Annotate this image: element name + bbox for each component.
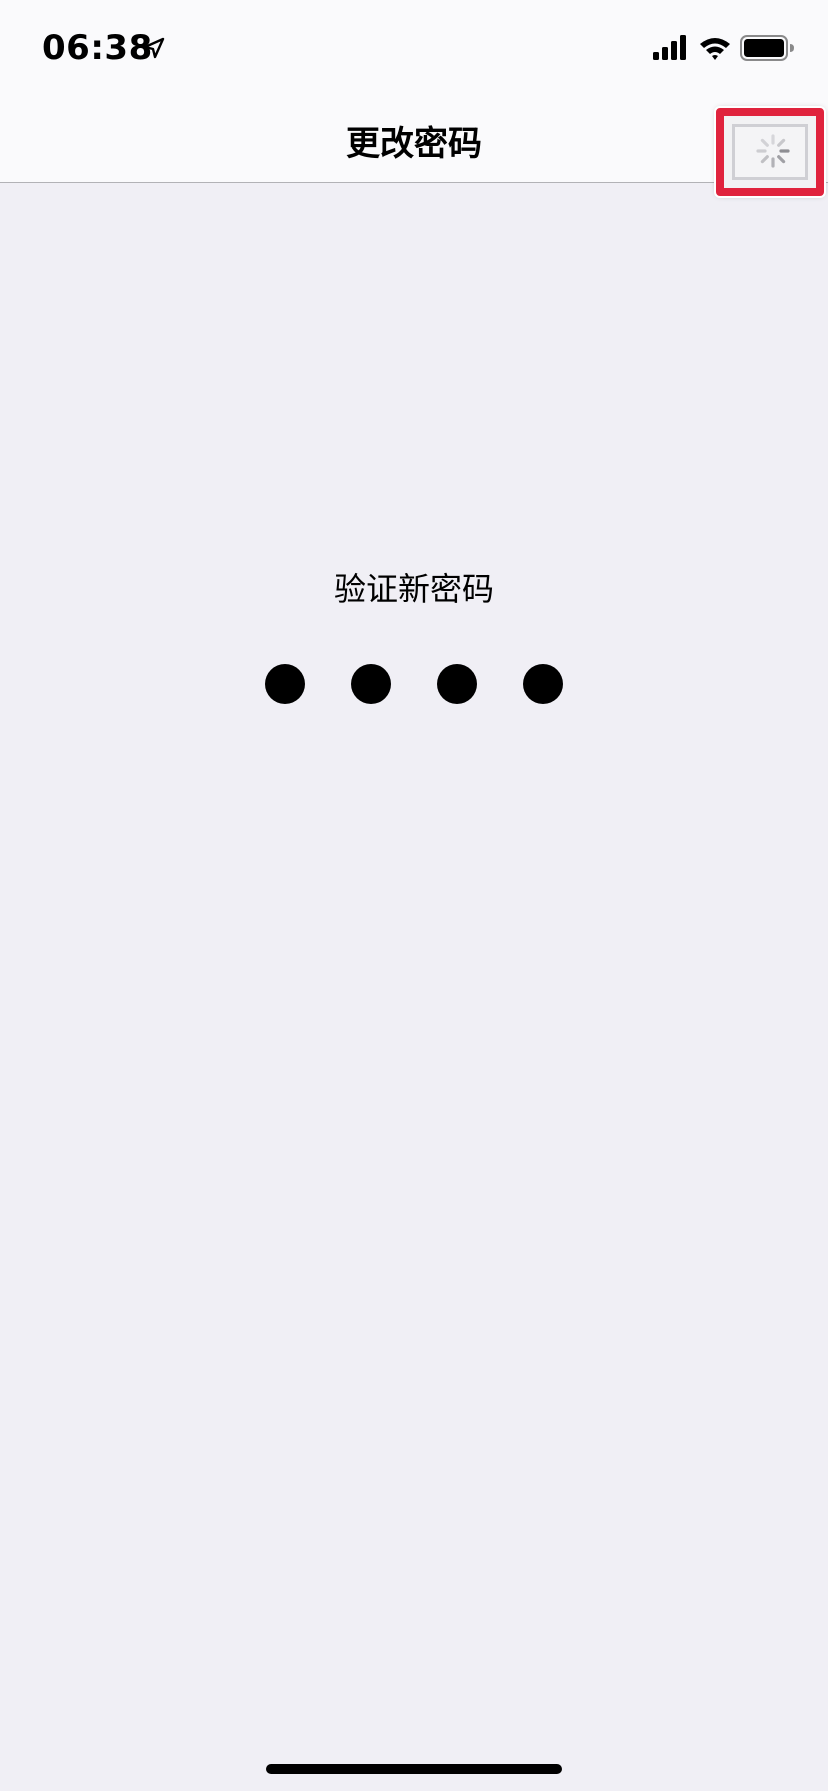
status-bar: 06:38 (0, 0, 828, 96)
passcode-dot (265, 664, 305, 704)
passcode-dot (351, 664, 391, 704)
spinner-container (732, 124, 808, 180)
passcode-dot (437, 664, 477, 704)
activity-spinner-icon (756, 134, 790, 168)
passcode-screen: 06:38 更改密码 验证新密码 (0, 0, 828, 1791)
home-indicator[interactable] (266, 1764, 562, 1774)
battery-icon (740, 35, 794, 61)
cellular-signal-icon (653, 35, 686, 60)
passcode-dot (523, 664, 563, 704)
page-title: 更改密码 (346, 124, 482, 164)
passcode-dots (265, 664, 565, 704)
status-time: 06:38 (42, 28, 153, 68)
passcode-prompt: 验证新密码 (333, 570, 494, 608)
loading-spinner-button[interactable] (716, 108, 824, 196)
location-arrow-icon (143, 37, 165, 59)
wifi-icon (700, 38, 730, 60)
screen-edge (828, 0, 834, 1791)
navigation-bar: 更改密码 (0, 96, 828, 183)
